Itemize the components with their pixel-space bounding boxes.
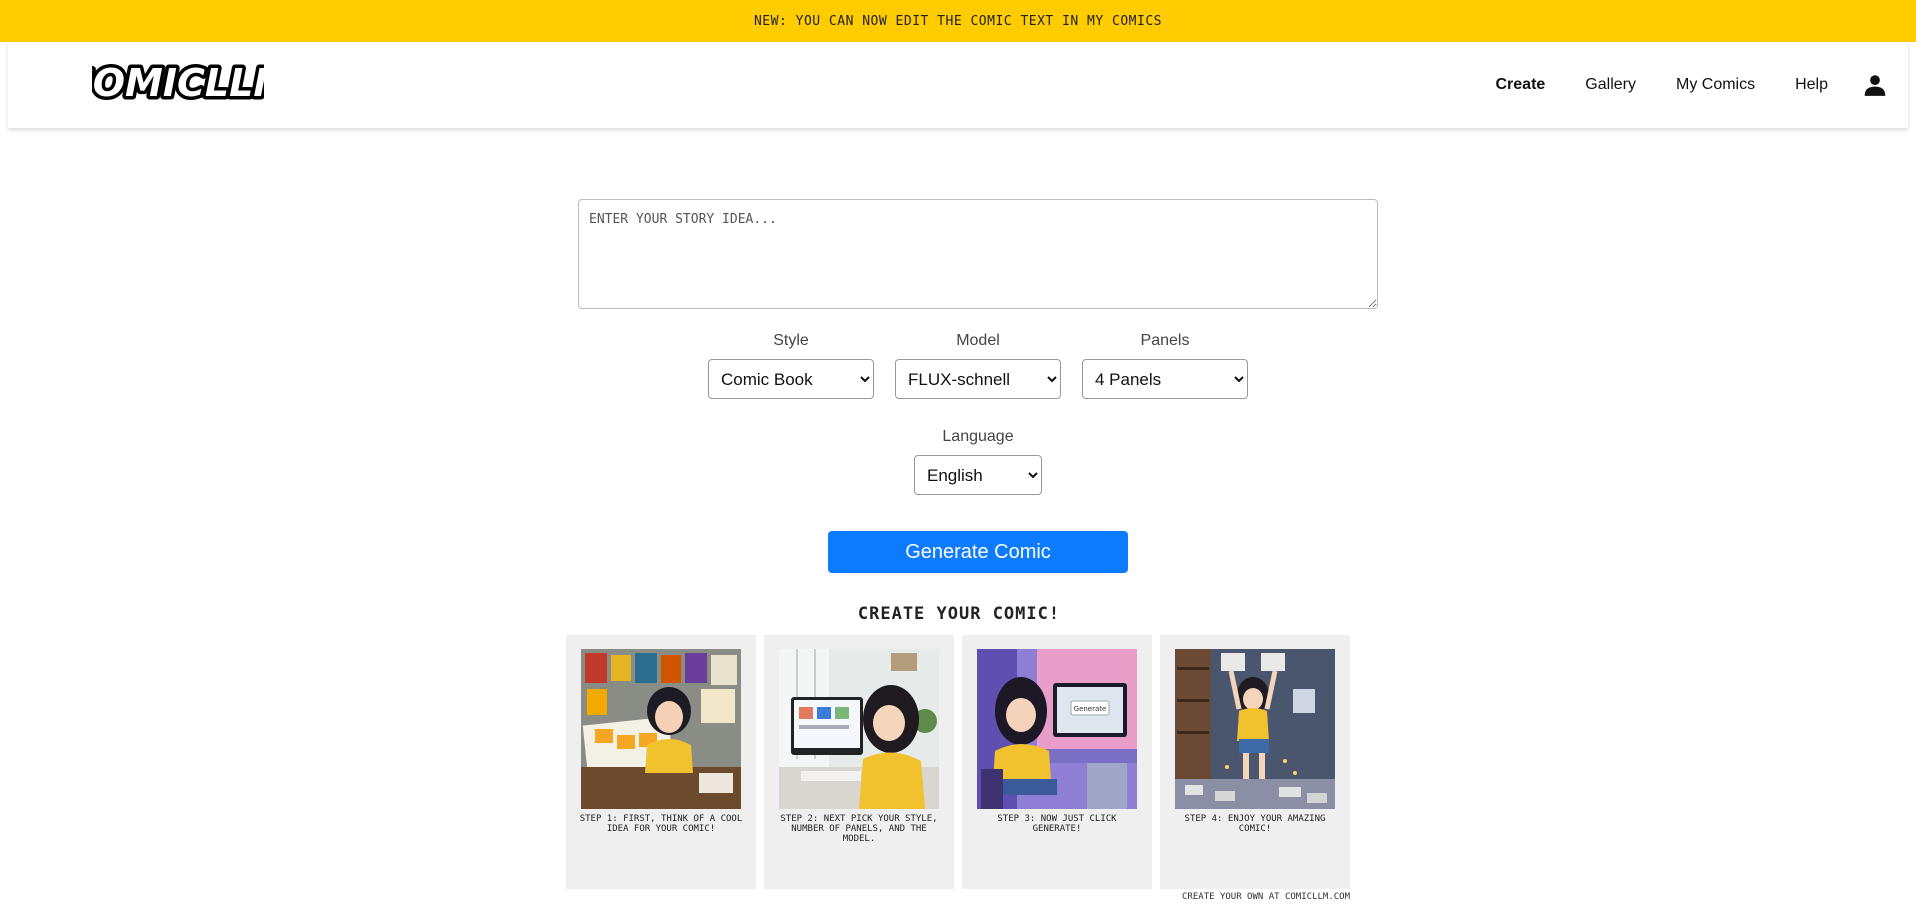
tutorial-title: CREATE YOUR COMIC! (857, 604, 1061, 624)
nav-help-link[interactable]: Help (1795, 76, 1828, 94)
nav-links: Create Gallery My Comics Help (1455, 42, 1888, 128)
step4-caption: STEP 4: ENJOY YOUR AMAZING COMIC! (1184, 814, 1326, 834)
person-icon[interactable] (1862, 72, 1888, 98)
language-label: Language (942, 428, 1014, 445)
panels-field: Panels 4 Panels (1082, 332, 1248, 399)
language-select[interactable]: English (914, 455, 1042, 495)
nav-create-link[interactable]: Create (1495, 76, 1545, 94)
style-field: Style Comic Book (708, 332, 874, 399)
panels-select[interactable]: 4 Panels (1082, 359, 1248, 399)
tutorial-panel-1: STEP 1: FIRST, THINK OF A COOL IDEA FOR … (566, 635, 756, 889)
footer-credit: CREATE YOUR OWN AT COMICLLM.COM (1182, 892, 1350, 902)
model-label: Model (956, 332, 1000, 349)
step1-caption: STEP 1: FIRST, THINK OF A COOL IDEA FOR … (579, 814, 743, 834)
svg-text:Generate: Generate (1074, 705, 1107, 713)
top-navbar: COMICLLM Create Gallery My Comics Help (8, 42, 1908, 128)
tutorial-panels: STEP 1: FIRST, THINK OF A COOL IDEA FOR … (566, 635, 1352, 889)
step2-illustration (779, 649, 939, 809)
tutorial-panel-2: STEP 2: NEXT PICK YOUR STYLE, NUMBER OF … (764, 635, 954, 889)
step1-illustration (581, 649, 741, 809)
tutorial-panel-4: STEP 4: ENJOY YOUR AMAZING COMIC! (1160, 635, 1350, 889)
step2-caption: STEP 2: NEXT PICK YOUR STYLE, NUMBER OF … (780, 814, 938, 844)
style-label: Style (773, 332, 809, 349)
announcement-banner: NEW: YOU CAN NOW EDIT THE COMIC TEXT IN … (0, 0, 1916, 42)
model-select[interactable]: FLUX-schnell (895, 359, 1061, 399)
svg-text:COMICLLM: COMICLLM (92, 61, 264, 105)
style-select[interactable]: Comic Book (708, 359, 874, 399)
banner-text: NEW: YOU CAN NOW EDIT THE COMIC TEXT IN … (753, 13, 1162, 29)
tutorial-panel-3: Generate STEP 3: NOW JUST CLICK GENERATE… (962, 635, 1152, 889)
model-field: Model FLUX-schnell (895, 332, 1061, 399)
comicllm-logo[interactable]: COMICLLM (92, 58, 264, 108)
step4-illustration (1175, 649, 1335, 809)
story-idea-input[interactable] (578, 199, 1378, 309)
language-field: Language English (914, 428, 1042, 495)
step3-caption: STEP 3: NOW JUST CLICK GENERATE! (997, 814, 1117, 834)
panels-label: Panels (1140, 332, 1190, 349)
generate-comic-button[interactable]: Generate Comic (828, 531, 1128, 573)
step3-illustration: Generate (977, 649, 1137, 809)
nav-my-comics-link[interactable]: My Comics (1676, 76, 1755, 94)
nav-gallery-link[interactable]: Gallery (1585, 76, 1636, 94)
